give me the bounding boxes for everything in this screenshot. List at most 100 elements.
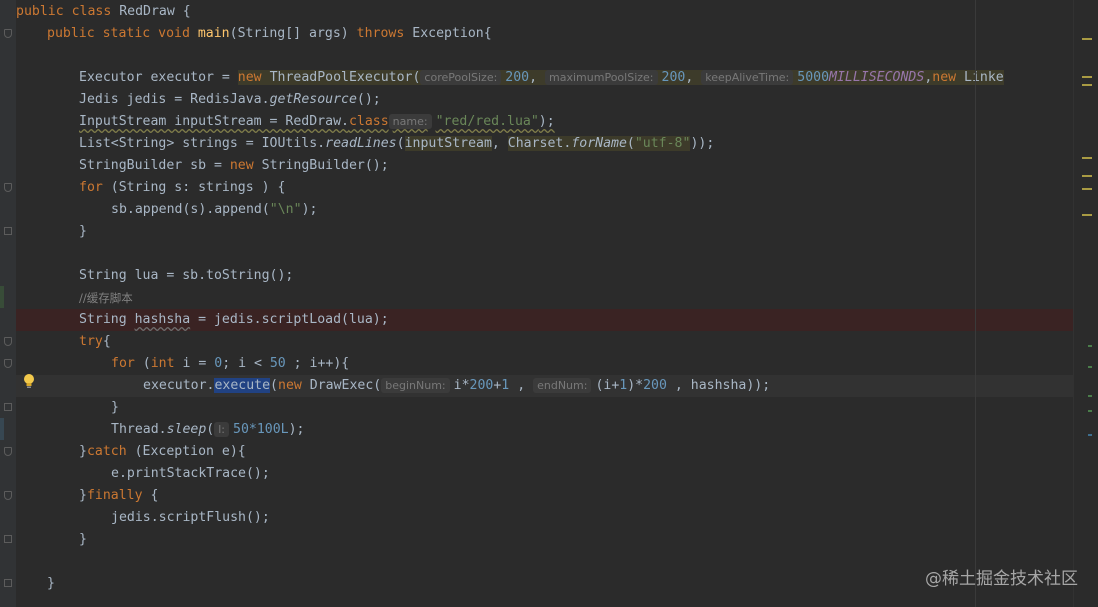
code-token: hashsha [134,312,191,327]
code-line[interactable]: public class RedDraw { [16,1,1074,23]
fold-icon[interactable] [4,403,12,411]
code-line[interactable]: Jedis jedis = RedisJava.getResource(); [16,89,1074,111]
code-token: Charset. [507,136,572,151]
code-token: main [197,26,230,41]
code-token: 50*100L [233,422,289,437]
code-line[interactable]: String lua = sb.toString(); [16,265,1074,287]
code-token: String lua = sb.toString(); [79,268,294,283]
fold-icon[interactable] [4,535,12,543]
code-token: (String s: strings ) { [110,180,286,195]
code-line[interactable]: List<String> strings = IOUtils.readLines… [16,133,1074,155]
fold-icon[interactable] [4,579,12,587]
code-editor[interactable]: public class RedDraw { public static voi… [0,0,1098,607]
code-line[interactable]: } [16,221,1074,243]
code-token: { [150,488,159,503]
code-token: String [79,312,135,327]
info-marker[interactable] [1088,434,1092,436]
code-token: } [47,576,55,591]
code-line[interactable]: sb.append(s).append("\n"); [16,199,1074,221]
warning-marker[interactable] [1082,175,1092,177]
code-token: 200 [661,70,686,85]
fold-icon[interactable] [4,491,12,500]
code-line[interactable]: Thread.sleep(l: 50*100L); [16,419,1074,441]
code-line[interactable]: //缓存脚本 [16,287,1074,309]
code-token: = jedis.scriptLoad(lua); [190,312,389,327]
code-token: for [111,356,143,371]
code-line[interactable]: public static void main(String[] args) t… [16,23,1074,45]
info-marker[interactable] [1088,345,1092,347]
code-line[interactable]: } [16,573,1074,595]
editor-scrollbar[interactable] [1073,0,1098,607]
fold-icon[interactable] [4,359,12,368]
fold-icon[interactable] [4,447,12,456]
code-line[interactable]: } [16,397,1074,419]
code-token: DrawExec( [309,378,382,393]
code-line[interactable]: }finally { [16,485,1074,507]
code-token: i = [182,356,215,371]
code-token: ; i < [222,356,270,371]
code-token: , [529,70,538,85]
watermark: @稀土掘金技术社区 [925,569,1078,589]
code-token: finally [86,488,151,503]
code-token: RedDraw { [119,4,191,19]
code-line[interactable]: }catch (Exception e){ [16,441,1074,463]
info-marker[interactable] [1088,366,1092,368]
code-token: } [79,444,87,459]
code-token: 200 [505,70,530,85]
code-line[interactable]: InputStream inputStream = RedDraw.class n… [16,111,1074,133]
param-hint: corePoolSize: [420,70,502,85]
code-line[interactable]: for (String s: strings ) { [16,177,1074,199]
lightbulb-icon[interactable] [22,373,36,389]
code-token: class [348,114,389,129]
code-token: ; i++){ [285,356,350,371]
code-token-selected[interactable]: execute [214,378,271,393]
warning-marker[interactable] [1082,38,1092,40]
code-token: 5000 [797,70,830,85]
code-token: StringBuilder(); [261,158,389,173]
warning-marker[interactable] [1082,84,1092,86]
code-line[interactable]: Executor executor = new ThreadPoolExecut… [16,67,1074,89]
code-token: )); [690,136,715,151]
code-token: executor. [143,378,215,393]
param-hint: endNum: [533,378,592,393]
code-line[interactable]: String hashsha = jedis.scriptLoad(lua); [16,309,1074,331]
code-token: Jedis jedis = RedisJava. [79,92,270,107]
info-marker[interactable] [1088,410,1092,412]
code-token: 50 [269,356,286,371]
fold-icon[interactable] [4,337,12,346]
code-token: 200 [643,378,667,393]
code-token: StringBuilder sb = [79,158,230,173]
code-token: (i+ [595,378,620,393]
code-token: ); [288,422,305,437]
code-token: e.printStackTrace(); [111,466,270,481]
fold-icon[interactable] [4,29,12,38]
code-token: ( [626,136,635,151]
fold-icon[interactable] [4,227,12,235]
info-marker[interactable] [1088,395,1092,397]
code-token: ( [396,136,405,151]
code-line[interactable]: jedis.scriptFlush(); [16,507,1074,529]
param-hint: l: [214,422,229,437]
warning-marker[interactable] [1082,214,1092,216]
warning-marker[interactable] [1082,157,1092,159]
param-hint: maximumPoolSize: [545,70,658,85]
warning-marker[interactable] [1082,76,1092,78]
code-token: ( [142,356,151,371]
param-hint: keepAliveTime: [701,70,794,85]
code-line[interactable]: StringBuilder sb = new StringBuilder(); [16,155,1074,177]
code-token: Executor executor = [79,70,238,85]
code-line[interactable]: for (int i = 0; i < 50 ; i++){ [16,353,1074,375]
editor-gutter[interactable] [0,0,16,607]
code-line[interactable]: } [16,529,1074,551]
fold-icon[interactable] [4,183,12,192]
code-line[interactable]: try{ [16,331,1074,353]
warning-marker[interactable] [1082,188,1092,190]
code-token: sb.append(s).append( [111,202,270,217]
code-line-current[interactable]: executor.execute(new DrawExec(beginNum: i… [16,375,1074,397]
code-area[interactable]: public class RedDraw { public static voi… [16,0,1074,607]
code-token: catch [86,444,135,459]
code-line[interactable]: e.printStackTrace(); [16,463,1074,485]
code-token: List<String> strings = IOUtils. [79,136,326,151]
code-token: } [79,224,87,239]
code-token: new [237,70,270,85]
